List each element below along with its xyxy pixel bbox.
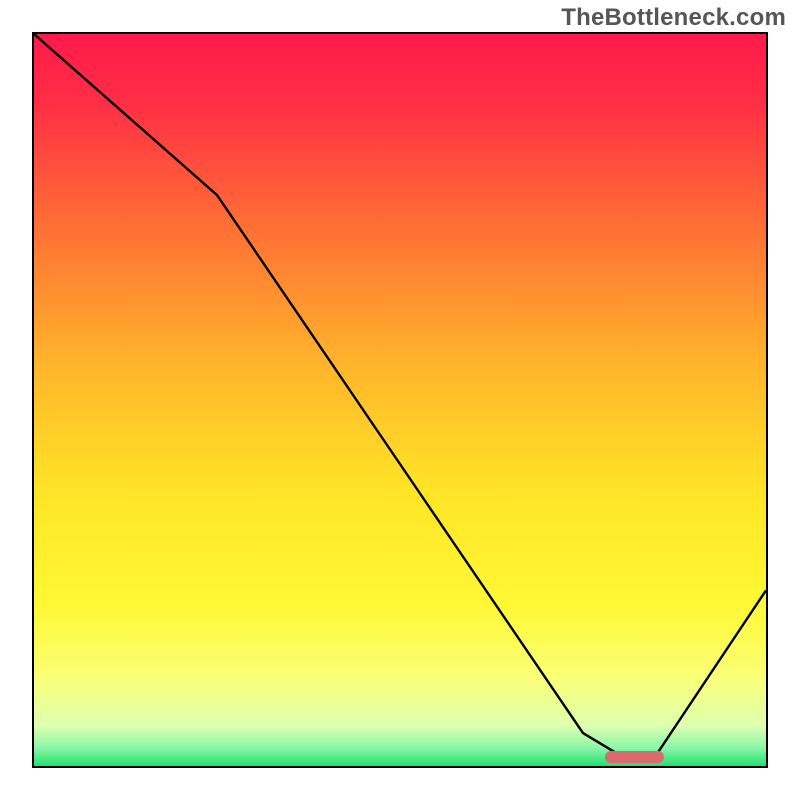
watermark-text: TheBottleneck.com — [561, 4, 786, 32]
bottleneck-curve — [34, 34, 766, 766]
optimal-marker — [605, 751, 664, 763]
plot-inner — [34, 34, 766, 766]
plot-frame — [32, 32, 768, 768]
chart-stage: TheBottleneck.com — [0, 0, 800, 800]
